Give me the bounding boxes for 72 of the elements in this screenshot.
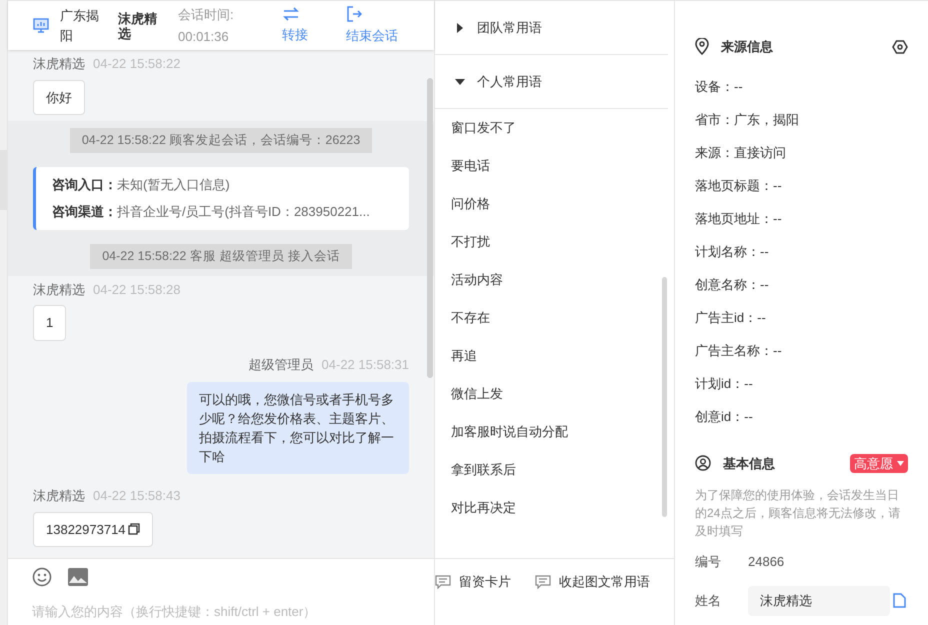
message-bubble: 1 — [33, 305, 66, 340]
phrase-item[interactable]: 活动内容 — [435, 261, 674, 299]
phrase-item[interactable]: 不打扰 — [435, 223, 674, 261]
phrase-item[interactable]: 窗口发不了 — [435, 109, 674, 147]
phrase-item[interactable]: 问价格 — [435, 185, 674, 223]
customer-name: 沫虎精选 — [118, 10, 158, 40]
phrase-item[interactable]: 不存在 — [435, 299, 674, 337]
source-field: 创意id：-- — [695, 400, 908, 434]
message-time: 04-22 15:58:28 — [93, 280, 180, 298]
message-bubble: 可以的哦，您微信号或者手机号多少呢？给您发价格表、主题客片、拍摄流程看下，您可以对比了解一下哈 — [187, 382, 409, 474]
phrase-item[interactable]: 拿到联系后 — [435, 451, 674, 489]
field-label: 姓名 — [695, 592, 722, 610]
notice-text: 为了保障您的使用体验，会话发生当日的24点之后，顾客信息将无法修改，请及时填写 — [695, 487, 902, 540]
message-input[interactable]: 请输入您的内容（换行快捷键：shift/ctrl + enter） — [32, 602, 410, 621]
section-title: 基本信息 — [723, 454, 775, 472]
field-value: 24866 — [748, 553, 784, 571]
composer-tool-button[interactable]: 留资卡片 — [435, 572, 511, 592]
phrase-group-header[interactable]: 个人常用语 — [435, 55, 668, 109]
composer-tool-button[interactable]: 收起图文常用语 — [535, 572, 650, 592]
name-input[interactable]: 沫虎精选 — [748, 586, 890, 616]
source-field: 计划名称：-- — [695, 236, 908, 268]
settings-icon[interactable] — [892, 38, 908, 55]
system-notice: 04-22 15:58:22 顾客发起会话，会话编号：26223 — [70, 128, 372, 153]
caret-icon — [455, 76, 465, 86]
phrase-item[interactable]: 加客服时说自动分配 — [435, 413, 674, 451]
sender-name: 超级管理员 — [248, 356, 314, 374]
source-field: 计划id：-- — [695, 368, 908, 400]
message-icon — [435, 574, 451, 589]
sender-name: 沫虎精选 — [33, 55, 85, 73]
system-notice: 04-22 15:58:22 客服 超级管理员 接入会话 — [90, 244, 352, 268]
section-title: 来源信息 — [721, 38, 773, 56]
timer-label: 会话时间: — [178, 6, 235, 24]
message-bubble: 你好 — [33, 80, 85, 115]
info-label: 咨询渠道： — [52, 204, 117, 220]
phrase-item[interactable]: 微信上发 — [435, 375, 674, 413]
swap-arrows-icon — [282, 6, 300, 21]
phrase-item[interactable]: 再追 — [435, 337, 674, 375]
phrase-item[interactable]: 要电话 — [435, 147, 674, 185]
source-field: 设备：-- — [695, 70, 908, 104]
image-icon[interactable] — [68, 568, 88, 586]
scrollbar-thumb[interactable] — [662, 277, 667, 517]
user-circle-icon — [695, 455, 711, 472]
exit-icon — [346, 6, 362, 22]
monitor-icon — [33, 18, 49, 33]
source-field: 广告主id：-- — [695, 302, 908, 334]
info-label: 咨询入口： — [52, 176, 117, 192]
sender-name: 沫虎精选 — [33, 487, 85, 505]
source-field: 省市：广东，揭阳 — [695, 104, 908, 136]
message-time: 04-22 15:58:31 — [322, 356, 409, 374]
caret-icon — [455, 22, 465, 32]
phrase-group-header[interactable]: 团队常用语 — [435, 1, 668, 55]
info-value: 抖音企业号/员工号(抖音号ID：283950221... — [117, 204, 370, 220]
message-bubble: 13822973714 — [33, 512, 153, 547]
intent-tag[interactable]: 高意愿 — [850, 454, 908, 473]
source-field: 广告主名称：-- — [695, 334, 908, 368]
customer-location: 广东揭阳 — [60, 6, 100, 44]
source-field: 落地页地址：-- — [695, 202, 908, 236]
source-field: 创意名称：-- — [695, 268, 908, 302]
info-value: 未知(暂无入口信息) — [117, 176, 230, 192]
phrase-item[interactable]: 对比再决定 — [435, 489, 674, 527]
session-timer: 00:01:36 — [178, 28, 230, 46]
message-icon — [535, 574, 551, 589]
message-time: 04-22 15:58:43 — [93, 487, 180, 505]
caret-icon — [897, 460, 904, 466]
source-field: 来源：直接访问 — [695, 136, 908, 170]
location-pin-icon — [695, 38, 709, 56]
sender-name: 沫虎精选 — [33, 280, 85, 298]
source-field: 落地页标题：-- — [695, 170, 908, 202]
emoji-icon[interactable] — [32, 567, 52, 587]
message-time: 04-22 15:58:22 — [93, 55, 180, 73]
scrollbar-thumb[interactable] — [427, 78, 433, 378]
field-label: 编号 — [695, 553, 722, 571]
